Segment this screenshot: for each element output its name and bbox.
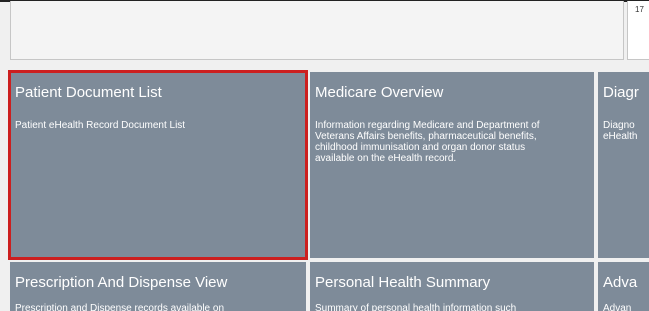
tile-medicare-overview[interactable]: Medicare Overview Information regarding … — [310, 72, 594, 258]
date-day-text: 17 — [635, 5, 644, 14]
tile-patient-document-list[interactable]: Patient Document List Patient eHealth Re… — [8, 70, 308, 260]
tile-title: Diagr — [603, 84, 639, 101]
date-field[interactable]: 17 — [627, 1, 649, 60]
tile-prescription-and-dispense-view[interactable]: Prescription And Dispense View Prescript… — [10, 262, 306, 311]
tile-description: Prescription and Dispense records availa… — [15, 303, 225, 311]
tile-advance-care[interactable]: Adva Advan — [598, 262, 649, 311]
tile-title: Medicare Overview — [315, 84, 444, 101]
tile-title: Adva — [603, 274, 638, 291]
tile-title: Personal Health Summary — [315, 274, 491, 291]
tile-title: Prescription And Dispense View — [15, 274, 228, 291]
tile-personal-health-summary[interactable]: Personal Health Summary Summary of perso… — [310, 262, 594, 311]
tile-description: Summary of personal health information s… — [315, 303, 517, 311]
tile-description: Diagno eHealth — [603, 120, 638, 142]
tile-title: Patient Document List — [15, 84, 162, 101]
upper-panel — [10, 1, 624, 60]
tile-description: Information regarding Medicare and Depar… — [315, 120, 540, 164]
tile-description: Patient eHealth Record Document List — [15, 120, 186, 131]
tile-description: Advan — [603, 303, 632, 311]
tile-diagnostic[interactable]: Diagr Diagno eHealth — [598, 72, 649, 258]
